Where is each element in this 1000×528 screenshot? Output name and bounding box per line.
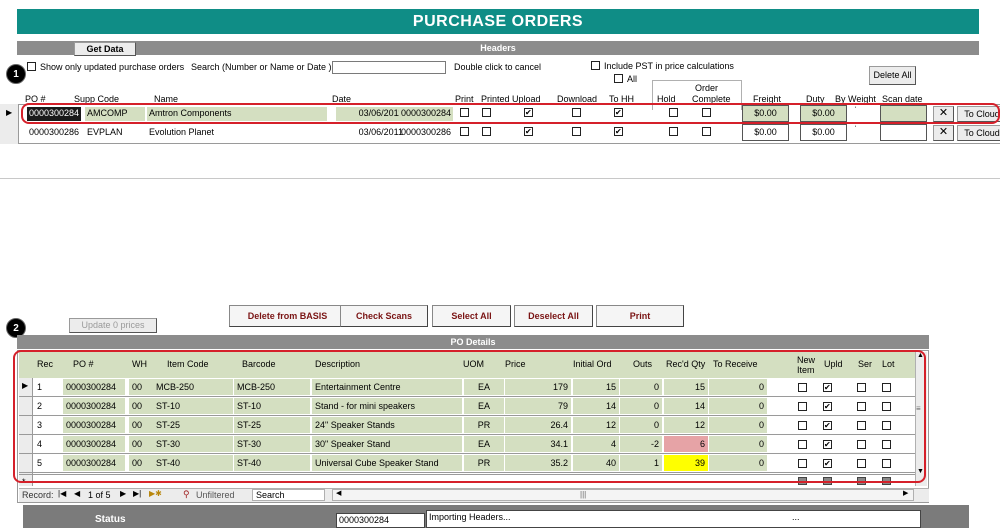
show-updated-checkbox[interactable] — [27, 62, 36, 71]
delete-all-button[interactable]: Delete All — [869, 66, 916, 85]
update-prices-button[interactable]: Update 0 prices — [69, 318, 157, 333]
hscroll-grip-icon: ||| — [580, 490, 587, 499]
first-record-icon[interactable]: |◀ — [58, 489, 66, 498]
all-label: All — [627, 74, 638, 84]
new-record-icon[interactable]: ▶✱ — [149, 489, 162, 498]
col-order-complete-1: Order — [695, 83, 719, 93]
print-checkbox[interactable] — [460, 127, 469, 136]
next-record-icon[interactable]: ▶ — [120, 489, 126, 498]
highlight-outline-details — [13, 350, 926, 483]
header-supp-cell[interactable]: EVPLAN — [85, 126, 145, 140]
select-all-button[interactable]: Select All — [432, 305, 511, 327]
status-message-box: Importing Headers... ... — [426, 510, 921, 528]
check-scans-button[interactable]: Check Scans — [340, 305, 428, 327]
po-details-bar: PO Details — [17, 335, 929, 349]
download-checkbox[interactable] — [572, 127, 581, 136]
header-po-cell[interactable]: 0000300286 — [27, 126, 81, 140]
last-record-icon[interactable]: ▶| — [133, 489, 141, 498]
status-ellipsis: ... — [792, 512, 800, 522]
header-row[interactable]: 0000300286 EVPLAN Evolution Planet 03/06… — [19, 124, 1000, 143]
details-horizontal-scrollbar[interactable] — [332, 489, 914, 501]
scroll-left-icon[interactable]: ◀ — [336, 489, 341, 497]
delete-from-basis-button[interactable]: Delete from BASIS — [229, 305, 346, 327]
page-title: PURCHASE ORDERS — [17, 9, 979, 34]
upload-checkbox[interactable] — [524, 127, 533, 136]
search-input[interactable] — [332, 61, 446, 74]
include-pst-checkbox[interactable] — [591, 61, 600, 70]
cancel-x-button[interactable]: ✕ — [933, 125, 954, 141]
by-weight-marker: ˈ — [854, 124, 857, 134]
to-cloud-button[interactable]: To Cloud — [957, 125, 1000, 141]
deselect-all-button[interactable]: Deselect All — [514, 305, 593, 327]
current-row-arrow-icon: ▶ — [6, 108, 13, 117]
duty-field[interactable]: $0.00 — [800, 124, 847, 141]
double-click-hint: Double click to cancel — [454, 62, 542, 72]
header-po2-cell[interactable]: 0000300286 — [399, 126, 453, 140]
status-message: Importing Headers... — [429, 512, 511, 522]
printed-checkbox[interactable] — [482, 127, 491, 136]
print-button[interactable]: Print — [596, 305, 684, 327]
record-search-input[interactable]: Search — [252, 489, 325, 501]
scroll-right-icon[interactable]: ▶ — [903, 489, 908, 497]
search-label: Search (Number or Name or Date ) — [191, 62, 332, 72]
order-complete-checkbox[interactable] — [702, 127, 711, 136]
header-date-cell[interactable]: 03/06/2011 — [336, 126, 406, 140]
header-name-cell[interactable]: Evolution Planet — [147, 126, 327, 140]
hold-checkbox[interactable] — [669, 127, 678, 136]
get-data-button[interactable]: Get Data — [74, 42, 136, 56]
unfiltered-label[interactable]: Unfiltered — [196, 490, 235, 500]
show-updated-label: Show only updated purchase orders — [40, 62, 185, 72]
all-checkbox[interactable] — [614, 74, 623, 83]
freight-field[interactable]: $0.00 — [742, 124, 789, 141]
prev-record-icon[interactable]: ◀ — [74, 489, 80, 498]
callout-badge-1: 1 — [6, 64, 26, 84]
status-po-field[interactable]: 0000300284 — [336, 513, 425, 528]
highlight-outline-header-row — [21, 103, 1000, 124]
record-position[interactable]: 1 of 5 — [88, 490, 111, 500]
headers-empty-space — [0, 178, 1000, 298]
headers-section-bar: Headers — [17, 41, 979, 55]
filter-icon: ⚲ — [183, 489, 190, 499]
include-pst-label: Include PST in price calculations — [604, 61, 734, 71]
to-hh-checkbox[interactable] — [614, 127, 623, 136]
status-label: Status — [95, 514, 126, 525]
record-label: Record: — [22, 490, 54, 500]
scan-date-field[interactable] — [880, 124, 927, 141]
